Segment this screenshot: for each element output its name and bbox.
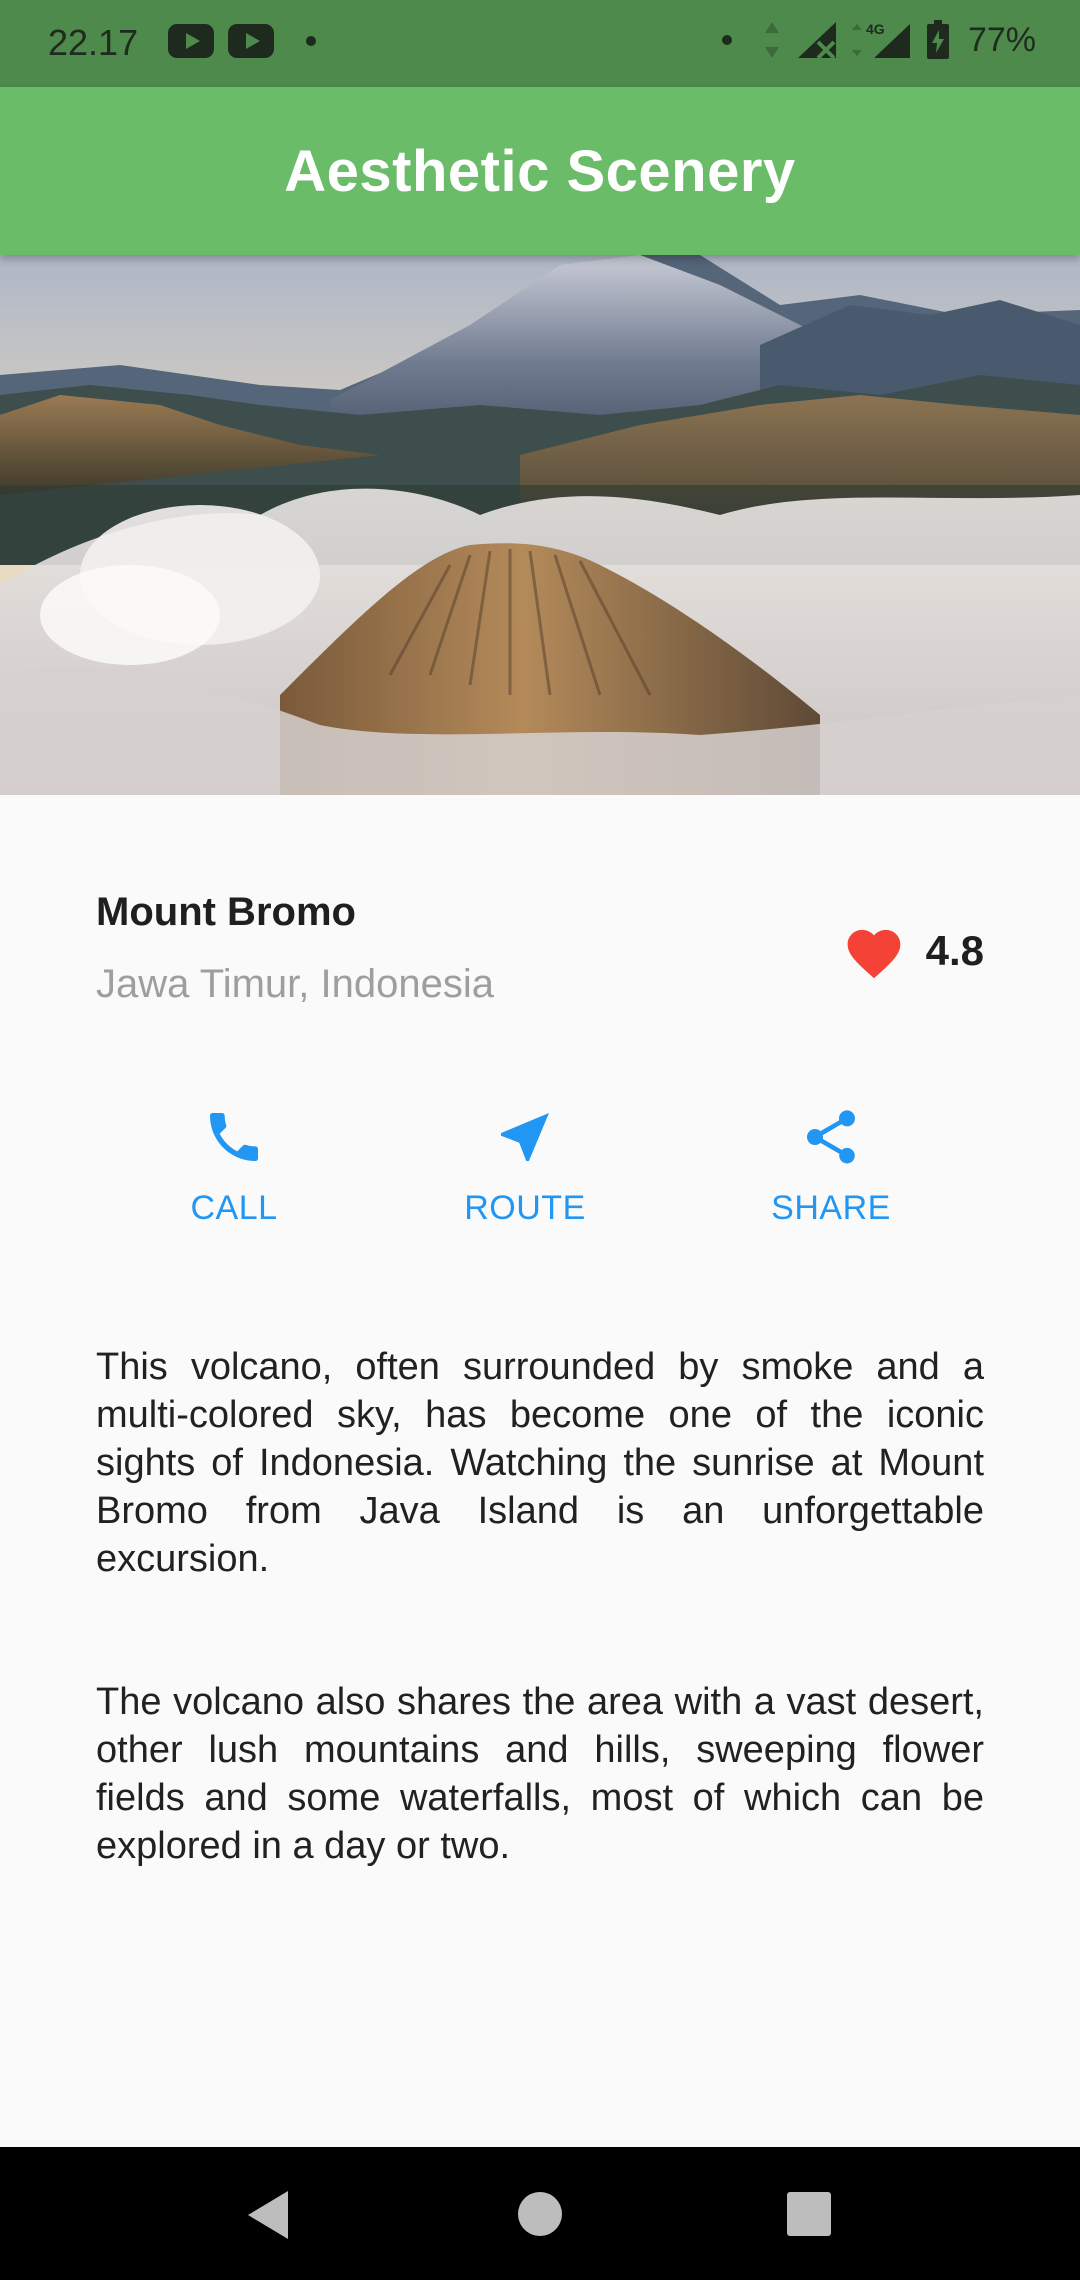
data-arrows-icon — [764, 22, 779, 58]
place-location: Jawa Timur, Indonesia — [96, 962, 494, 1006]
recents-icon[interactable] — [786, 2191, 832, 2237]
status-right-icons: 4G 77% — [721, 20, 1036, 60]
mount-bromo-landscape-image — [0, 255, 1080, 795]
battery-charging-icon — [926, 20, 949, 59]
rating: 4.8 — [842, 922, 984, 980]
phone-icon — [210, 1113, 258, 1161]
signal-icon — [797, 22, 836, 60]
youtube-icon — [168, 24, 214, 58]
dot-icon — [721, 35, 732, 45]
app-title: Aesthetic Scenery — [284, 138, 796, 204]
call-label: CALL — [190, 1189, 278, 1227]
status-time: 22.17 — [48, 22, 139, 63]
status-left-icons — [168, 24, 316, 58]
navigation-bar — [0, 2147, 1080, 2280]
rating-value: 4.8 — [925, 927, 984, 974]
notification-dot-icon — [306, 36, 316, 46]
battery-percentage: 77% — [967, 20, 1036, 59]
navigation-icon — [501, 1113, 549, 1161]
hero-image — [0, 255, 1080, 795]
4g-signal-icon: 4G — [851, 21, 910, 58]
share-label: SHARE — [771, 1189, 891, 1227]
status-bar: 22.17 4G 77% — [0, 0, 1080, 87]
call-button[interactable]: CALL — [134, 1105, 334, 1228]
app-bar: Aesthetic Scenery — [0, 87, 1080, 255]
route-label: ROUTE — [464, 1189, 586, 1227]
share-button[interactable]: SHARE — [731, 1105, 931, 1228]
action-buttons: CALL ROUTE SHARE — [96, 1105, 984, 1245]
description-paragraph: The volcano also shares the area with a … — [96, 1681, 984, 1867]
heart-icon[interactable] — [842, 922, 906, 980]
youtube-icon — [228, 24, 274, 58]
back-icon[interactable] — [244, 2187, 294, 2243]
share-icon — [807, 1110, 855, 1164]
svg-text:4G: 4G — [866, 21, 885, 37]
route-button[interactable]: ROUTE — [425, 1105, 625, 1228]
place-info: Mount Bromo Jawa Timur, Indonesia 4.8 — [96, 890, 984, 1020]
place-name: Mount Bromo — [96, 890, 356, 934]
home-icon[interactable] — [517, 2191, 563, 2237]
description-paragraph: This volcano, often surrounded by smoke … — [96, 1346, 984, 1580]
